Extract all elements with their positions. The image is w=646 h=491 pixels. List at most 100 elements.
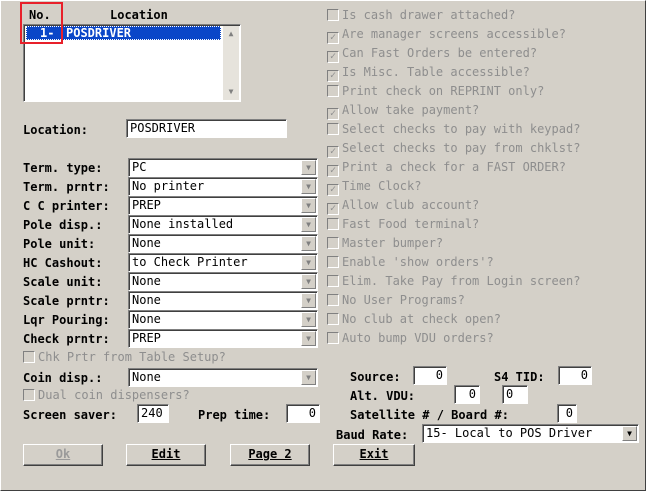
prep-time-label: Prep time:	[198, 408, 271, 422]
chk-prtr-table-checkbox[interactable]: Chk Prtr from Table Setup?	[23, 350, 226, 364]
chevron-down-icon[interactable]: ▼	[301, 255, 316, 270]
chevron-down-icon[interactable]: ▼	[301, 331, 316, 346]
option-no-user-programs[interactable]: No User Programs?	[327, 293, 465, 307]
scroll-down-icon[interactable]: ▼	[223, 84, 239, 100]
list-scrollbar[interactable]: ▲ ▼	[223, 26, 239, 100]
source-input[interactable]: 0	[413, 366, 447, 385]
option-fast-food[interactable]: Fast Food terminal?	[327, 217, 479, 231]
page2-button[interactable]: Page 2	[230, 444, 310, 466]
term-printer-value: No printer	[132, 179, 205, 193]
option-label: Is Misc. Table accessible?	[342, 65, 530, 79]
hc-cashout-select[interactable]: to Check Printer ▼	[128, 253, 318, 272]
check-icon[interactable]: ✓	[327, 203, 339, 215]
chevron-down-icon[interactable]: ▼	[301, 198, 316, 213]
option-label: Allow club account?	[342, 198, 480, 212]
check-icon[interactable]: ✓	[327, 184, 339, 196]
chevron-down-icon[interactable]: ▼	[301, 160, 316, 175]
checkbox-box[interactable]	[327, 275, 339, 287]
lqr-pouring-select[interactable]: None ▼	[128, 310, 318, 329]
check-icon[interactable]: ✓	[327, 70, 339, 82]
scale-unit-select[interactable]: None ▼	[128, 272, 318, 291]
list-item-location: POSDRIVER	[66, 26, 132, 40]
term-printer-label: Term. prntr:	[23, 180, 110, 194]
option-print-fast-order[interactable]: ✓ Print a check for a FAST ORDER?	[327, 160, 566, 177]
check-icon[interactable]: ✓	[327, 51, 339, 63]
screen-saver-input[interactable]: 240	[137, 404, 169, 423]
check-icon[interactable]: ✓	[327, 108, 339, 120]
option-pay-chklst[interactable]: ✓ Select checks to pay from chklst?	[327, 141, 580, 158]
alt-vdu-input-1[interactable]: 0	[454, 385, 480, 404]
check-icon[interactable]: ✓	[327, 146, 339, 158]
option-pay-keypad[interactable]: Select checks to pay with keypad?	[327, 122, 580, 136]
option-manager-screens[interactable]: ✓ Are manager screens accessible?	[327, 27, 566, 44]
term-printer-select[interactable]: No printer ▼	[128, 177, 318, 196]
chevron-down-icon[interactable]: ▼	[301, 179, 316, 194]
checkbox-box[interactable]	[327, 218, 339, 230]
option-no-club-check-open[interactable]: No club at check open?	[327, 312, 501, 326]
chevron-down-icon[interactable]: ▼	[622, 426, 637, 441]
scroll-up-icon[interactable]: ▲	[223, 26, 239, 42]
ok-button[interactable]: Ok	[23, 444, 103, 466]
option-label: No club at check open?	[342, 312, 501, 326]
location-input[interactable]: POSDRIVER	[126, 119, 287, 138]
checkbox-box[interactable]	[327, 85, 339, 97]
checkbox-box[interactable]	[327, 313, 339, 325]
option-misc-table[interactable]: ✓ Is Misc. Table accessible?	[327, 65, 530, 82]
check-icon[interactable]: ✓	[327, 165, 339, 177]
option-master-bumper[interactable]: Master bumper?	[327, 236, 443, 250]
coin-disp-select[interactable]: None ▼	[128, 368, 318, 387]
s4-tid-input[interactable]: 0	[558, 366, 592, 385]
checkbox-box[interactable]	[327, 237, 339, 249]
checkbox-box[interactable]	[327, 294, 339, 306]
column-header-location: Location	[110, 8, 168, 22]
scale-printer-select[interactable]: None ▼	[128, 291, 318, 310]
cc-printer-value: PREP	[132, 198, 161, 212]
option-auto-bump-vdu[interactable]: Auto bump VDU orders?	[327, 331, 494, 345]
coin-disp-value: None	[132, 370, 161, 384]
chevron-down-icon[interactable]: ▼	[301, 274, 316, 289]
edit-button[interactable]: Edit	[126, 444, 206, 466]
option-cash-drawer[interactable]: Is cash drawer attached?	[327, 8, 515, 22]
option-label: Elim. Take Pay from Login screen?	[342, 274, 581, 288]
pole-unit-select[interactable]: None ▼	[128, 234, 318, 253]
scale-printer-value: None	[132, 293, 161, 307]
pole-disp-select[interactable]: None installed ▼	[128, 215, 318, 234]
checkbox-box[interactable]	[327, 9, 339, 21]
alt-vdu-input-2[interactable]: 0	[502, 385, 528, 404]
option-elim-take-pay[interactable]: Elim. Take Pay from Login screen?	[327, 274, 580, 288]
option-show-orders[interactable]: Enable 'show orders'?	[327, 255, 494, 269]
exit-button[interactable]: Exit	[333, 444, 415, 466]
chevron-down-icon[interactable]: ▼	[301, 236, 316, 251]
alt-vdu-label: Alt. VDU:	[350, 389, 416, 403]
check-printer-select[interactable]: PREP ▼	[128, 329, 318, 348]
scale-printer-label: Scale prntr:	[23, 294, 110, 308]
hc-cashout-label: HC Cashout:	[23, 256, 103, 270]
check-icon[interactable]: ✓	[327, 32, 339, 44]
checkbox-box[interactable]	[327, 332, 339, 344]
chevron-down-icon[interactable]: ▼	[301, 370, 316, 385]
satellite-board-input[interactable]: 0	[557, 404, 577, 423]
option-club-account[interactable]: ✓ Allow club account?	[327, 198, 479, 215]
checkbox-box[interactable]	[327, 123, 339, 135]
cc-printer-select[interactable]: PREP ▼	[128, 196, 318, 215]
terminal-setup-window: No. Location 1- POSDRIVER ▲ ▼ Location: …	[0, 0, 646, 491]
option-print-reprint[interactable]: Print check on REPRINT only?	[327, 84, 544, 98]
checkbox-box[interactable]	[23, 389, 35, 401]
cc-printer-label: C C printer:	[23, 199, 110, 213]
chk-prtr-table-label: Chk Prtr from Table Setup?	[38, 350, 226, 364]
option-fast-orders[interactable]: ✓ Can Fast Orders be entered?	[327, 46, 537, 63]
option-time-clock[interactable]: ✓ Time Clock?	[327, 179, 421, 196]
chevron-down-icon[interactable]: ▼	[301, 312, 316, 327]
baud-rate-select[interactable]: 15- Local to POS Driver ▼	[422, 424, 639, 443]
highlight-box	[20, 2, 63, 44]
scale-unit-label: Scale unit:	[23, 275, 103, 289]
option-take-payment[interactable]: ✓ Allow take payment?	[327, 103, 479, 120]
checkbox-box[interactable]	[23, 351, 35, 363]
term-type-select[interactable]: PC ▼	[128, 158, 318, 177]
option-label: No User Programs?	[342, 293, 465, 307]
chevron-down-icon[interactable]: ▼	[301, 293, 316, 308]
dual-coin-checkbox[interactable]: Dual coin dispensers?	[23, 388, 190, 402]
checkbox-box[interactable]	[327, 256, 339, 268]
prep-time-input[interactable]: 0	[286, 404, 320, 423]
chevron-down-icon[interactable]: ▼	[301, 217, 316, 232]
